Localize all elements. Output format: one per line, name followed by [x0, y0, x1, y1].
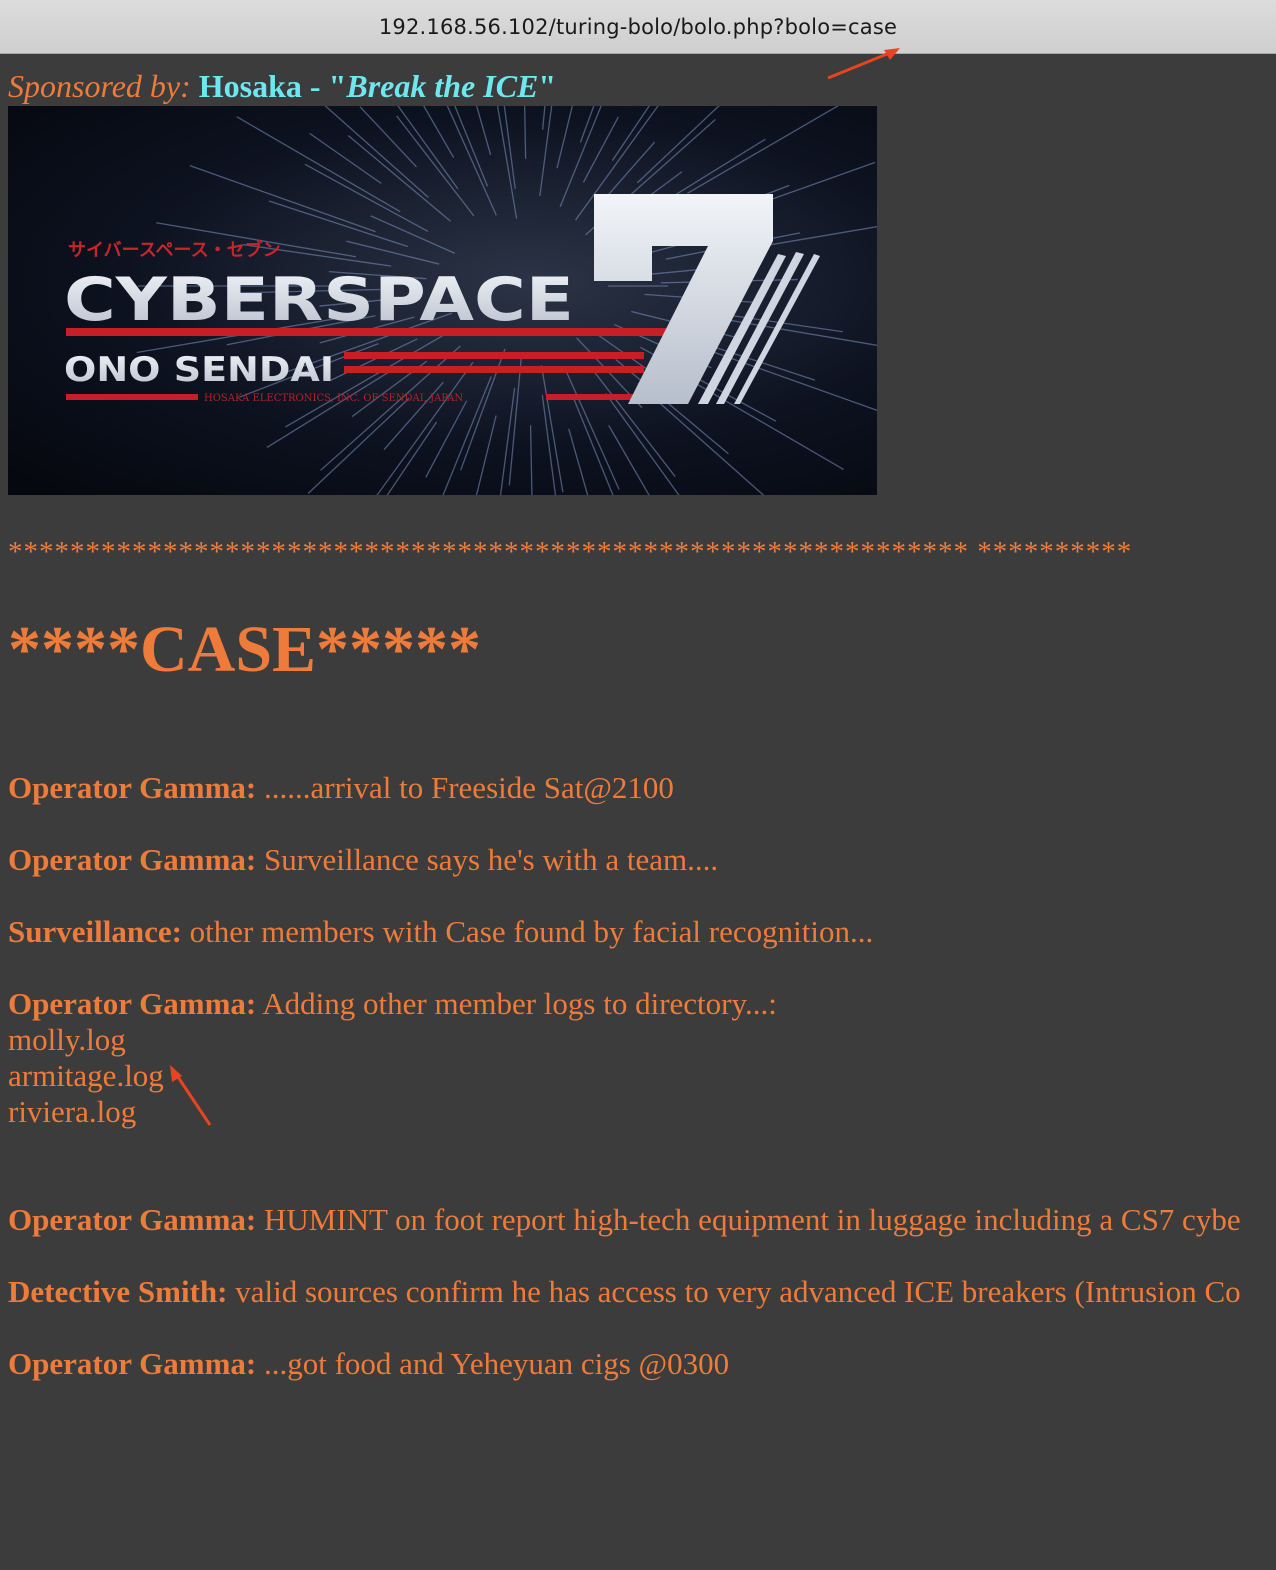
banner-star-ray [499, 387, 516, 495]
banner-star-ray [508, 358, 522, 486]
banner-star-ray [359, 106, 417, 168]
banner-katakana: サイバースペース・セブン [68, 239, 281, 261]
banner-star-ray [446, 106, 497, 216]
banner-star-ray [582, 116, 619, 183]
banner-star-ray [475, 415, 497, 495]
banner-star-ray [529, 425, 533, 495]
annotation-arrow-icon [827, 48, 900, 80]
banner-star-ray [396, 115, 475, 217]
annotation-arrow-icon [170, 1065, 212, 1126]
url-text[interactable]: 192.168.56.102/turing-bolo/bolo.php?bolo… [0, 15, 1276, 39]
banner-maker: HOSAKA ELECTRONICS, INC. OF SENDAI, JAPA… [204, 393, 463, 404]
sponsor-label: Sponsored by: [8, 68, 191, 104]
log-entry: Operator Gamma: Adding other member logs… [8, 986, 777, 1022]
banner-star-ray [636, 106, 720, 184]
banner-star-ray [687, 106, 839, 194]
banner-star-ray [568, 428, 589, 495]
banner-star-ray [523, 106, 527, 159]
log-entry: Operator Gamma: ...got food and Yeheyuan… [8, 1346, 729, 1382]
banner-star-ray [423, 106, 455, 158]
banner-star-ray [304, 163, 429, 233]
banner-star-ray [268, 200, 408, 248]
banner-star-ray [604, 393, 680, 495]
log-text: Adding other member logs to directory...… [262, 986, 777, 1021]
banner-subtitle: ONO SENDAI [64, 350, 334, 390]
log-speaker: Operator Gamma: [8, 1202, 257, 1237]
log-entry: Operator Gamma: Surveillance says he's w… [8, 842, 718, 878]
log-speaker: Operator Gamma: [8, 986, 257, 1021]
banner-star-ray [309, 132, 382, 184]
log-text: HUMINT on foot report high-tech equipmen… [263, 1202, 1241, 1237]
log-file-item: molly.log [8, 1022, 126, 1057]
log-speaker: Detective Smith: [8, 1274, 228, 1309]
log-entry: Operator Gamma: ......arrival to Freesid… [8, 770, 674, 806]
banner-title: CYBERSPACE [64, 265, 574, 335]
banner-star-ray [608, 425, 650, 495]
banner-star-ray [189, 164, 376, 233]
banner-red-stripe [344, 352, 644, 359]
log-speaker: Operator Gamma: [8, 842, 257, 877]
banner-star-ray [539, 106, 553, 197]
sponsor-line: Sponsored by: Hosaka - "Break the ICE" [8, 68, 556, 105]
log-file-item: armitage.log [8, 1058, 164, 1093]
log-text: ......arrival to Freeside Sat@2100 [263, 770, 674, 805]
browser-address-bar[interactable]: 192.168.56.102/turing-bolo/bolo.php?bolo… [0, 0, 1276, 54]
log-text: valid sources confirm he has access to v… [235, 1274, 1241, 1309]
banner-star-ray [694, 344, 877, 411]
banner-star-ray [346, 240, 440, 265]
sponsor-quote-open: " [328, 68, 347, 104]
log-text: ...got food and Yeheyuan cigs @0300 [263, 1346, 730, 1381]
log-text: Surveillance says he's with a team.... [263, 842, 719, 877]
log-entry: Operator Gamma: HUMINT on foot report hi… [8, 1202, 1241, 1238]
cyberspace-7-banner-image: サイバースペース・セブン CYBERSPACE ONO SENDAI HOSAK… [8, 106, 877, 495]
banner-star-ray [556, 106, 573, 169]
sponsor-brand: Hosaka - [198, 68, 321, 104]
banner-red-stripe [66, 394, 198, 400]
banner-red-stripe [66, 328, 666, 336]
banner-star-ray [370, 215, 455, 254]
banner-star-ray [475, 106, 492, 156]
separator-asterisks: ****************************************… [8, 536, 1133, 568]
sponsor-quote-close: " [538, 68, 557, 104]
banner-red-stripe [344, 366, 644, 373]
log-speaker: Surveillance: [8, 914, 182, 949]
log-speaker: Operator Gamma: [8, 1346, 257, 1381]
log-speaker: Operator Gamma: [8, 770, 257, 805]
log-text: other members with Case found by facial … [189, 914, 874, 949]
log-entry: Detective Smith: valid sources confirm h… [8, 1274, 1241, 1310]
page-title: ****CASE***** [8, 613, 482, 686]
sponsor-slogan: Break the ICE [346, 68, 539, 104]
banner-star-ray [236, 116, 401, 213]
log-file-item: riviera.log [8, 1094, 137, 1129]
log-entry: Surveillance: other members with Case fo… [8, 914, 873, 950]
banner-star-ray [425, 400, 468, 478]
